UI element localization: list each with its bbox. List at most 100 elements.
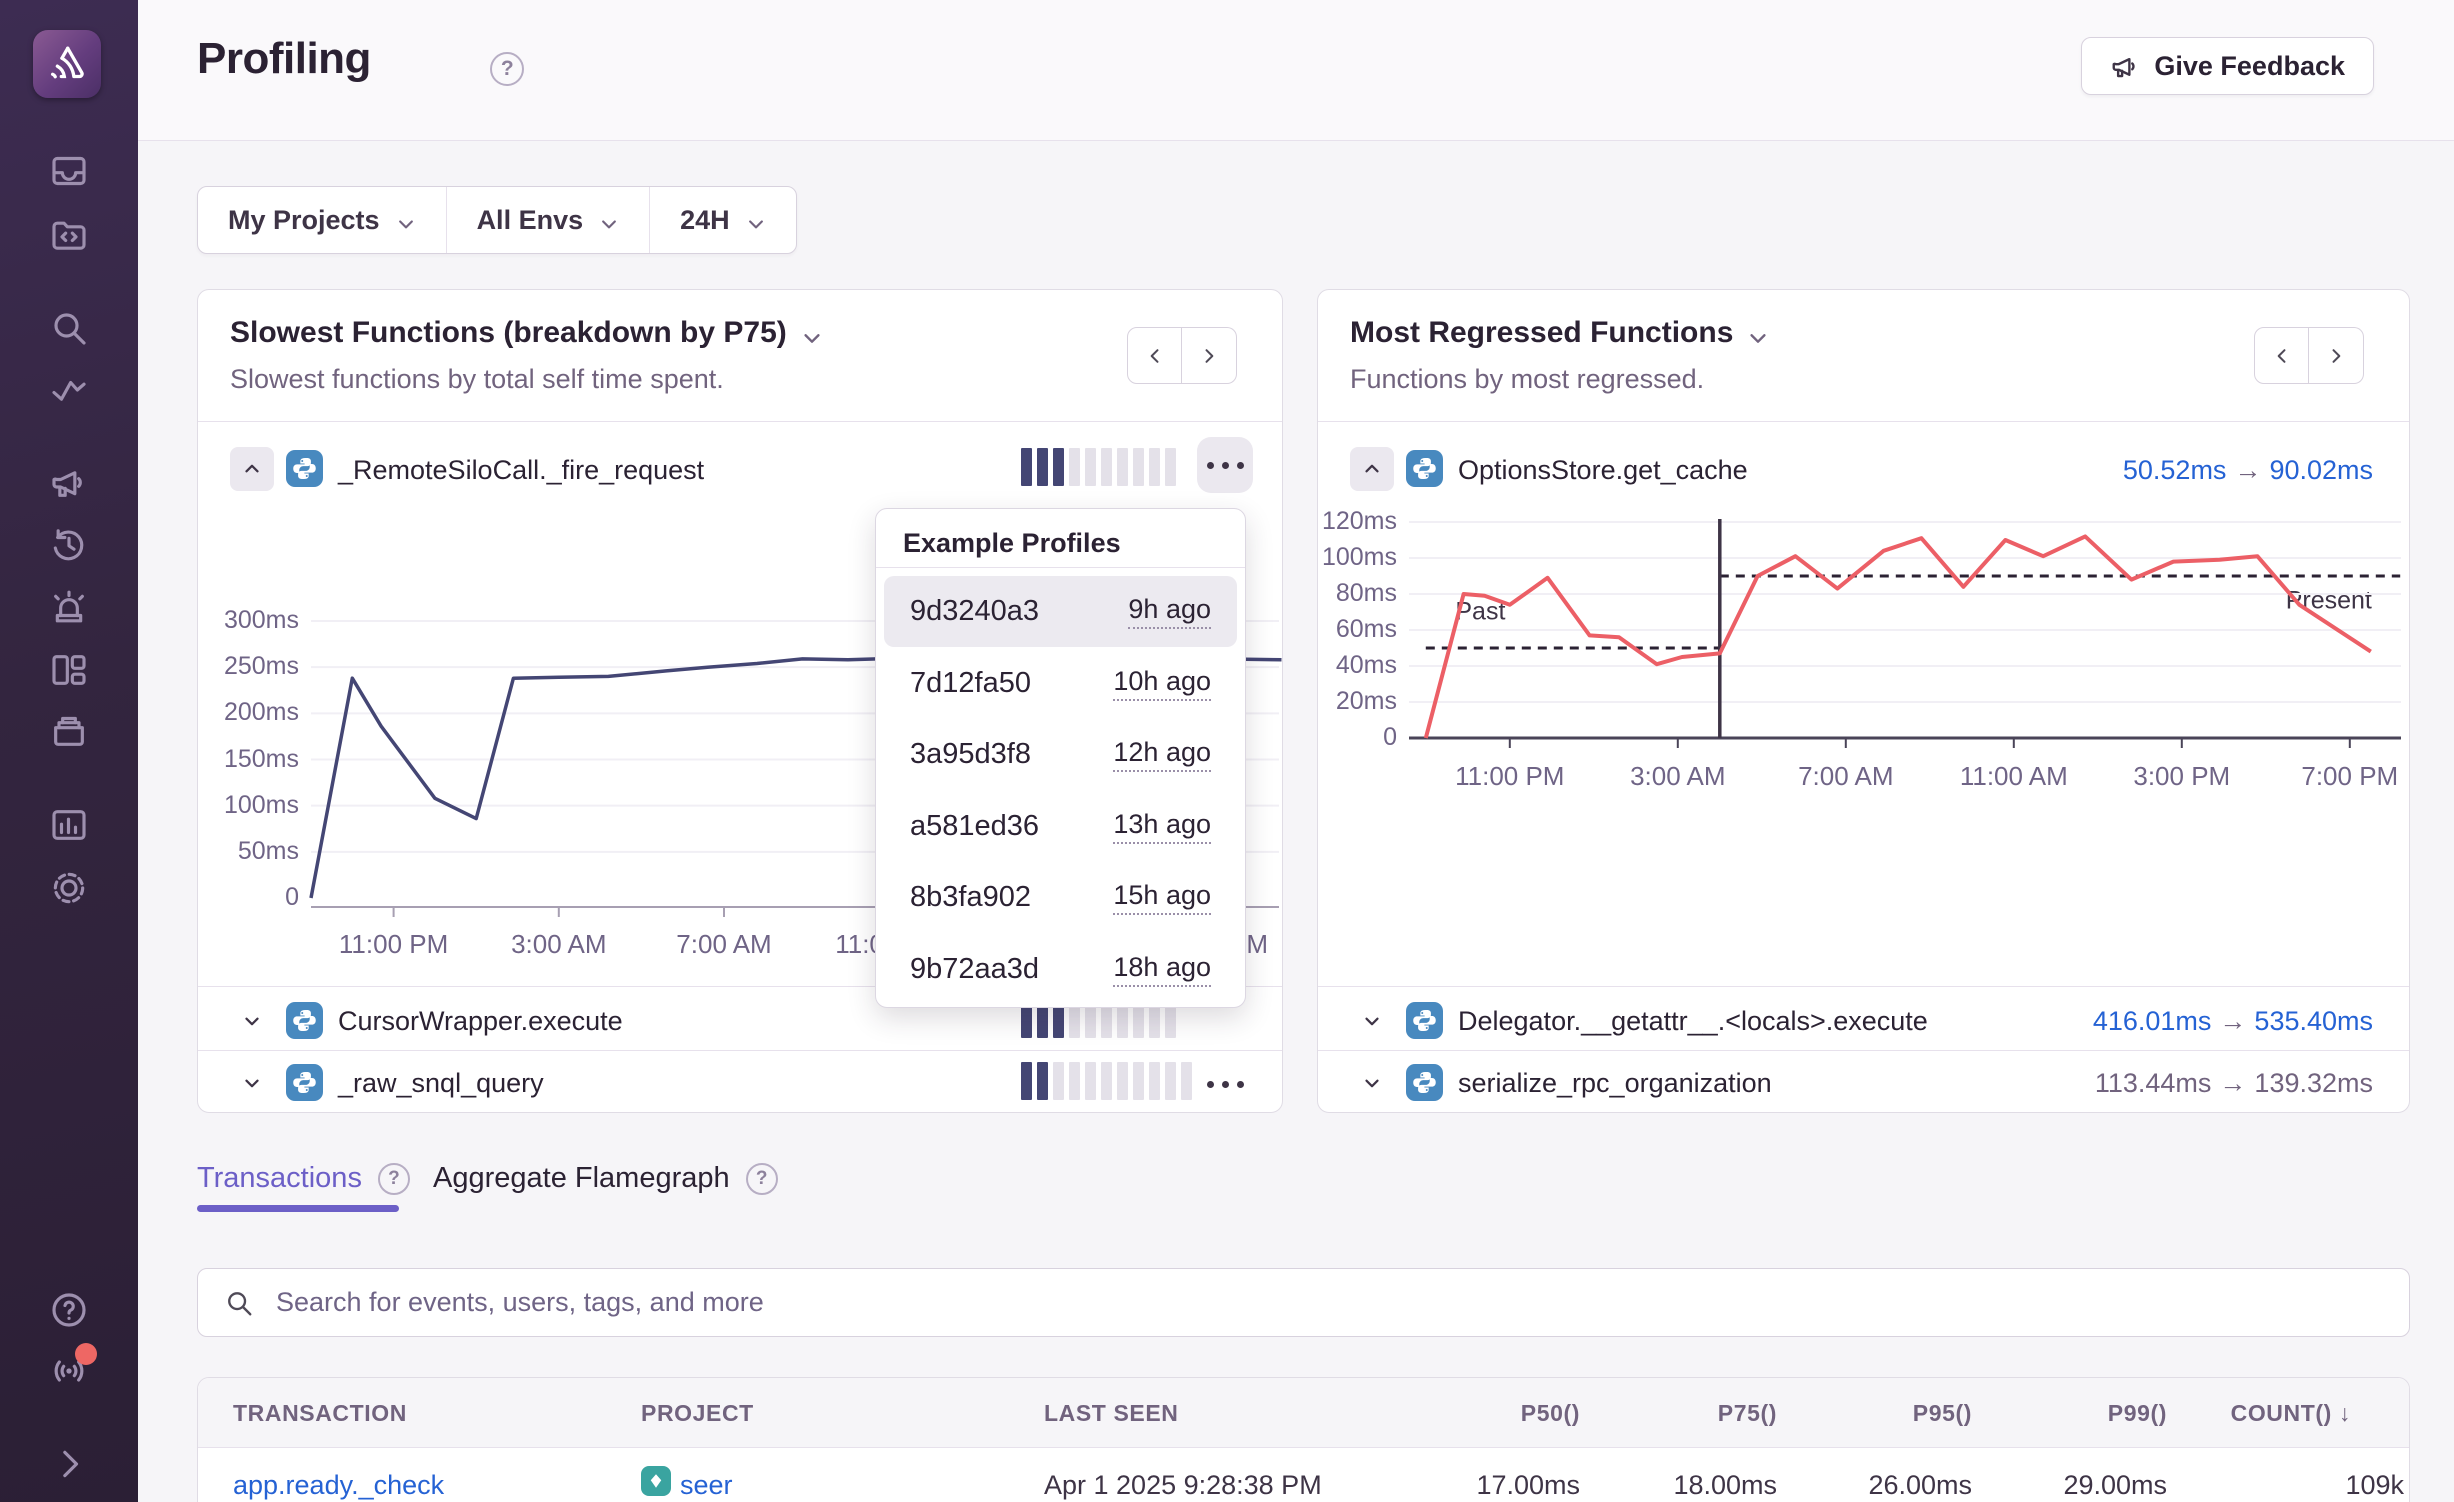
metric-value: 18.00ms — [1673, 1470, 1777, 1501]
profile-item[interactable]: 9b72aa3d 18h ago — [884, 934, 1237, 1005]
profile-age-link[interactable]: 18h ago — [1113, 952, 1211, 987]
sidebar-item-stats[interactable] — [47, 803, 91, 847]
sidebar-item-settings[interactable] — [47, 866, 91, 910]
function-name[interactable]: _raw_snql_query — [338, 1068, 544, 1099]
tab-help-icon[interactable]: ? — [746, 1163, 778, 1195]
profile-item[interactable]: 9d3240a3 9h ago — [884, 576, 1237, 647]
function-name[interactable]: serialize_rpc_organization — [1458, 1068, 1772, 1099]
active-tab-indicator — [197, 1205, 399, 1212]
transaction-link[interactable]: app.ready._check — [233, 1470, 444, 1501]
sidebar-item-performance[interactable] — [47, 368, 91, 412]
row-options-button[interactable] — [1197, 437, 1253, 493]
function-name[interactable]: CursorWrapper.execute — [338, 1006, 623, 1037]
notification-dot — [75, 1343, 97, 1365]
column-header[interactable]: P75() — [1718, 1400, 1777, 1427]
collapse-row-button[interactable] — [230, 447, 274, 491]
tab-aggregate-flamegraph[interactable]: Aggregate Flamegraph? — [433, 1162, 778, 1195]
date-range-filter[interactable]: 24H — [649, 187, 796, 253]
tab-transactions[interactable]: Transactions? — [197, 1162, 410, 1195]
column-header[interactable]: TRANSACTION — [233, 1400, 407, 1427]
regressed-pager — [2254, 327, 2364, 384]
sidebar-item-explore[interactable] — [47, 212, 91, 256]
profiling-page: Profiling ? Give Feedback My Projects Al… — [0, 0, 2454, 1502]
sidebar-item-releases[interactable] — [47, 709, 91, 753]
column-header[interactable]: P95() — [1913, 1400, 1972, 1427]
sidebar — [0, 0, 138, 1502]
page-help-icon[interactable]: ? — [490, 52, 524, 86]
prev-page-button[interactable] — [1127, 327, 1182, 384]
chevron-down-icon — [396, 210, 416, 230]
column-header[interactable]: PROJECT — [641, 1400, 754, 1427]
metric-value: 29.00ms — [2063, 1470, 2167, 1501]
tab-help-icon[interactable]: ? — [378, 1163, 410, 1195]
count-value: 109k — [2345, 1470, 2404, 1501]
project-filter-label: My Projects — [228, 205, 380, 236]
profile-id: 7d12fa50 — [910, 667, 1031, 700]
row-options-button[interactable] — [1197, 1056, 1253, 1112]
last-seen-value: Apr 1 2025 9:28:38 PM — [1044, 1470, 1322, 1501]
transactions-table: TRANSACTION PROJECT LAST SEEN P50() P75() P95… — [197, 1377, 2410, 1502]
profile-item[interactable]: 7d12fa50 10h ago — [884, 648, 1237, 719]
sidebar-item-collapse[interactable] — [47, 1442, 91, 1486]
regression-values[interactable]: 113.44ms→139.32ms — [2095, 1068, 2373, 1099]
function-name[interactable]: OptionsStore.get_cache — [1458, 455, 1748, 486]
profile-age-link[interactable]: 13h ago — [1113, 809, 1211, 844]
slowest-pager — [1127, 327, 1237, 384]
profile-age-link[interactable]: 9h ago — [1128, 594, 1211, 629]
collapse-row-button[interactable] — [1350, 447, 1394, 491]
profile-age-link[interactable]: 10h ago — [1113, 666, 1211, 701]
sidebar-item-help[interactable] — [47, 1288, 91, 1332]
regression-values[interactable]: 416.01ms→535.40ms — [2093, 1006, 2373, 1037]
prev-page-button[interactable] — [2254, 327, 2309, 384]
column-header[interactable]: P50() — [1521, 1400, 1580, 1427]
profile-id: 9b72aa3d — [910, 953, 1039, 986]
python-icon — [1406, 1064, 1443, 1101]
profile-age-link[interactable]: 15h ago — [1113, 880, 1211, 915]
environment-filter[interactable]: All Envs — [446, 187, 650, 253]
function-name[interactable]: Delegator.__getattr__.<locals>.execute — [1458, 1006, 1928, 1037]
project-link[interactable]: seer — [680, 1470, 733, 1501]
column-header[interactable]: P99() — [2108, 1400, 2167, 1427]
next-page-button[interactable] — [1182, 327, 1237, 384]
most-regressed-title[interactable]: Most Regressed Functions — [1350, 316, 1767, 350]
profile-id: a581ed36 — [910, 810, 1039, 843]
expand-row-button[interactable] — [1350, 1061, 1394, 1105]
sidebar-item-dashboards[interactable] — [47, 648, 91, 692]
project-filter[interactable]: My Projects — [198, 187, 446, 253]
sidebar-item-whats-new[interactable] — [47, 1349, 91, 1393]
sidebar-item-issues[interactable] — [47, 149, 91, 193]
arrow-right-icon: → — [2211, 1068, 2254, 1098]
give-feedback-label: Give Feedback — [2154, 51, 2345, 82]
sidebar-item-feedback[interactable] — [47, 460, 91, 504]
column-header[interactable]: COUNT() ↓ — [2231, 1400, 2351, 1427]
sentry-logo[interactable] — [33, 30, 101, 98]
profile-item[interactable]: 8b3fa90215h ago — [884, 862, 1237, 933]
expand-row-button[interactable] — [230, 1061, 274, 1105]
sidebar-item-alerts[interactable] — [47, 586, 91, 630]
python-icon — [286, 450, 323, 487]
profile-item[interactable]: a581ed36 13h ago — [884, 791, 1237, 862]
search-input[interactable] — [274, 1286, 2383, 1319]
slowest-functions-title[interactable]: Slowest Functions (breakdown by P75) — [230, 316, 821, 350]
expand-row-button[interactable] — [230, 999, 274, 1043]
megaphone-icon — [2110, 51, 2140, 81]
function-name[interactable]: _RemoteSiloCall._fire_request — [338, 455, 704, 486]
sentry-logo-icon — [44, 41, 90, 87]
slowest-functions-subtitle: Slowest functions by total self time spe… — [230, 364, 724, 395]
page-title: Profiling ? — [197, 34, 371, 84]
sidebar-item-search[interactable] — [47, 306, 91, 350]
python-icon — [1406, 1002, 1443, 1039]
column-header[interactable]: LAST SEEN — [1044, 1400, 1178, 1427]
profile-id: 9d3240a3 — [910, 595, 1039, 628]
profile-item[interactable]: 3a95d3f812h ago — [884, 719, 1237, 790]
chevron-down-icon — [746, 210, 766, 230]
sidebar-item-replays[interactable] — [47, 523, 91, 567]
environment-filter-label: All Envs — [477, 205, 584, 236]
project-icon — [641, 1466, 671, 1496]
give-feedback-button[interactable]: Give Feedback — [2081, 37, 2374, 95]
next-page-button[interactable] — [2309, 327, 2364, 384]
regression-values[interactable]: 50.52ms→90.02ms — [2123, 455, 2373, 486]
profile-age-link[interactable]: 12h ago — [1113, 737, 1211, 772]
most-regressed-subtitle: Functions by most regressed. — [1350, 364, 1704, 395]
expand-row-button[interactable] — [1350, 999, 1394, 1043]
